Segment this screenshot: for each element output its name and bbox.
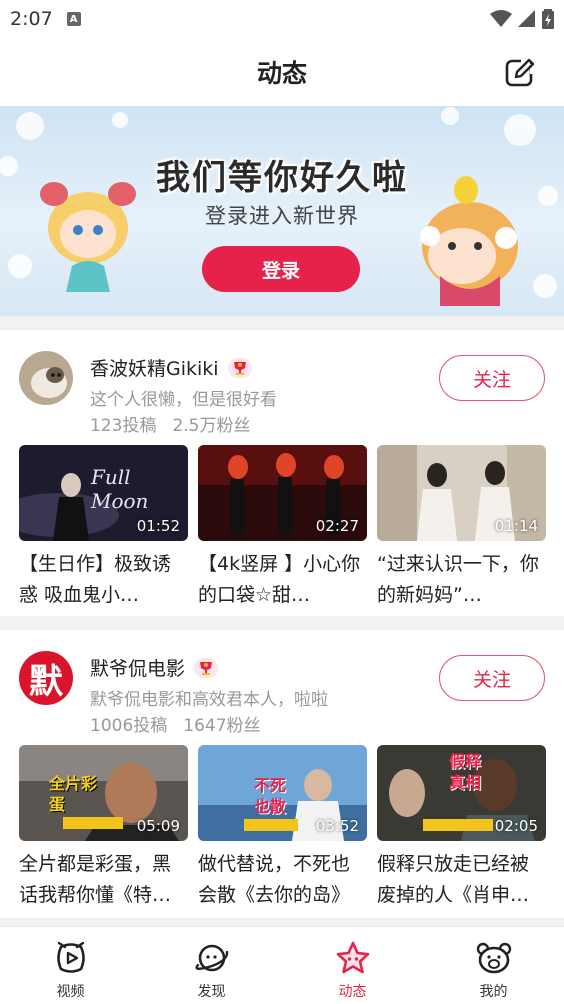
video-title[interactable]: 假释只放走已经被废掉的人《肖申… <box>377 849 546 911</box>
username-row: 默爷侃电影 <box>90 654 219 681</box>
avatar-text: 默 <box>29 661 63 702</box>
user-stats: 123投稿 2.5万粉丝 <box>90 411 251 436</box>
tab-label: 动态 <box>338 984 367 1000</box>
video-thumbnail[interactable]: 不死也散 03:52 <box>198 745 367 841</box>
video-title[interactable]: 全片都是彩蛋，黑话我帮你懂《特… <box>19 849 188 911</box>
bear-icon <box>476 942 511 974</box>
tab-mine[interactable]: 我的 <box>423 927 564 1004</box>
thumbnail-text: 全片彩蛋 <box>49 774 98 814</box>
video-item[interactable]: 全片彩蛋 05:09 全片都是彩蛋，黑话我帮你懂《特… <box>19 745 188 911</box>
video-title[interactable]: “过来认识一下，你的新妈妈”… <box>377 549 546 611</box>
star-icon <box>336 941 369 974</box>
video-thumbnail[interactable]: Full Moon 01:52 <box>19 445 188 541</box>
video-list: Full Moon 01:52 【生日作】极致诱惑 吸血鬼小… 02:27 【4… <box>19 445 546 611</box>
tab-label: 发现 <box>197 984 226 1000</box>
login-banner: 我们等你好久啦 登录进入新世界 登录 <box>0 106 564 316</box>
avatar[interactable]: 默 <box>19 651 73 705</box>
video-item[interactable]: 假释真相 02:05 假释只放走已经被废掉的人《肖申… <box>377 745 546 911</box>
video-title[interactable]: 【生日作】极致诱惑 吸血鬼小… <box>19 549 188 611</box>
video-thumbnail[interactable]: 假释真相 02:05 <box>377 745 546 841</box>
tab-feed[interactable]: 动态 <box>282 927 423 1004</box>
signal-icon <box>518 10 535 27</box>
fan-count: 1647粉丝 <box>183 716 261 736</box>
battery-icon <box>542 9 554 29</box>
follow-button[interactable]: 关注 <box>439 355 545 401</box>
status-time: 2:07 <box>10 8 53 30</box>
wifi-icon <box>490 10 512 27</box>
tab-label: 视频 <box>56 984 85 1000</box>
post-count: 1006投稿 <box>90 716 168 736</box>
follow-button[interactable]: 关注 <box>439 655 545 701</box>
header: 动态 <box>0 38 564 106</box>
video-duration: 02:27 <box>315 517 359 535</box>
user-card: 香波妖精Gikiki 这个人很懒，但是很好看 123投稿 2.5万粉丝 关注 F… <box>0 330 564 616</box>
video-duration: 03:52 <box>315 817 359 835</box>
video-icon <box>56 941 85 973</box>
video-item[interactable]: 不死也散 03:52 做代替说，不死也会散《去你的岛》 <box>198 745 367 911</box>
video-title[interactable]: 做代替说，不死也会散《去你的岛》 <box>198 849 367 911</box>
video-thumbnail[interactable]: 01:14 <box>377 445 546 541</box>
notification-icon: A <box>66 12 81 26</box>
video-thumbnail[interactable]: 02:27 <box>198 445 367 541</box>
tab-discover[interactable]: 发现 <box>141 927 282 1004</box>
tab-video[interactable]: 视频 <box>0 927 141 1004</box>
tab-label: 我的 <box>479 984 508 1000</box>
user-description: 这个人很懒，但是很好看 <box>90 390 277 410</box>
edit-icon <box>505 56 536 87</box>
banner-subtitle: 登录进入新世界 <box>205 204 359 228</box>
bottom-tab-bar: 视频 发现 动态 我的 <box>0 926 564 1004</box>
trophy-icon <box>194 657 219 678</box>
video-duration: 01:14 <box>494 517 538 535</box>
thumbnail-text: 不死也散 <box>254 776 287 816</box>
username[interactable]: 默爷侃电影 <box>90 654 185 681</box>
edit-button[interactable] <box>502 54 538 90</box>
fan-count: 2.5万粉丝 <box>172 416 251 436</box>
video-thumbnail[interactable]: 全片彩蛋 05:09 <box>19 745 188 841</box>
page-title: 动态 <box>256 59 307 88</box>
login-button[interactable]: 登录 <box>202 246 360 292</box>
username[interactable]: 香波妖精Gikiki <box>90 354 219 381</box>
user-card: 默 默爷侃电影 默爷侃电影和高效君本人，啦啦 1006投稿 1647粉丝 关注 <box>0 630 564 918</box>
status-bar: 2:07 A <box>0 0 564 38</box>
thumbnail-text: Full Moon <box>91 465 149 513</box>
post-count: 123投稿 <box>90 416 157 436</box>
video-duration: 05:09 <box>136 817 180 835</box>
banner-title: 我们等你好久啦 <box>156 158 408 198</box>
user-stats: 1006投稿 1647粉丝 <box>90 711 261 736</box>
video-duration: 01:52 <box>136 517 180 535</box>
video-list: 全片彩蛋 05:09 全片都是彩蛋，黑话我帮你懂《特… 不死也散 03:52 做… <box>19 745 546 911</box>
user-description: 默爷侃电影和高效君本人，啦啦 <box>90 690 328 710</box>
avatar[interactable] <box>19 351 73 405</box>
video-item[interactable]: Full Moon 01:52 【生日作】极致诱惑 吸血鬼小… <box>19 445 188 611</box>
status-icons <box>490 9 554 29</box>
planet-icon <box>194 944 228 972</box>
thumbnail-text: 假释真相 <box>449 752 482 792</box>
video-title[interactable]: 【4k竖屏 】小心你的口袋☆甜… <box>198 549 367 611</box>
video-item[interactable]: 02:27 【4k竖屏 】小心你的口袋☆甜… <box>198 445 367 611</box>
username-row: 香波妖精Gikiki <box>90 354 253 381</box>
trophy-icon <box>227 357 252 378</box>
video-duration: 02:05 <box>494 817 538 835</box>
video-item[interactable]: 01:14 “过来认识一下，你的新妈妈”… <box>377 445 546 611</box>
